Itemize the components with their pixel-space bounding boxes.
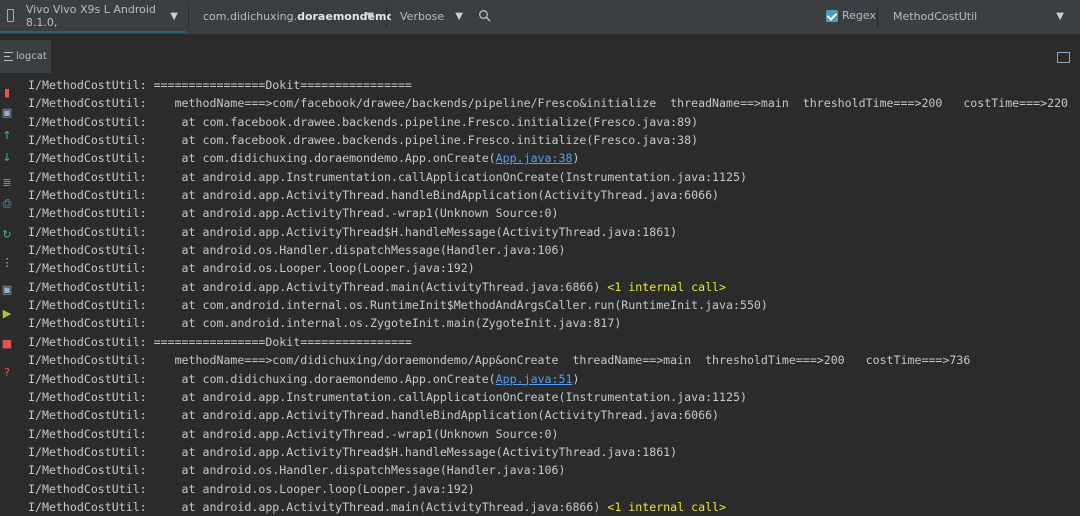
log-text: I/MethodCostUtil: at android.app.Activit… — [28, 408, 720, 423]
screenshot-icon[interactable]: ▣ — [1, 283, 13, 296]
log-line: I/MethodCostUtil: at android.app.Activit… — [28, 204, 1080, 222]
regex-checkbox[interactable] — [826, 9, 838, 22]
down-arrow-icon[interactable]: ↓ — [1, 151, 13, 164]
package-selector[interactable]: com.didichuxing. doraemondemo ▼ — [193, 0, 394, 33]
log-level-label: Verbose — [400, 10, 445, 23]
tab-logcat[interactable]: logcat — [0, 40, 51, 73]
log-text: I/MethodCostUtil: at android.app.Instrum… — [28, 389, 747, 404]
log-line: I/MethodCostUtil: at android.app.Activit… — [28, 186, 1080, 204]
more-icon[interactable]: ⋮ — [1, 256, 13, 269]
log-text: I/MethodCostUtil: at android.app.Activit… — [28, 224, 678, 239]
log-line: I/MethodCostUtil: at com.facebook.drawee… — [28, 131, 1080, 149]
restart-icon[interactable]: ↻ — [1, 228, 13, 241]
chevron-down-icon: ▼ — [1056, 11, 1064, 22]
log-text: I/MethodCostUtil: at com.didichuxing.dor… — [28, 371, 496, 386]
log-line: I/MethodCostUtil: at android.os.Handler.… — [28, 461, 1080, 479]
log-line: I/MethodCostUtil: at android.os.Looper.l… — [28, 259, 1080, 277]
log-line: I/MethodCostUtil: at com.android.interna… — [28, 296, 1080, 314]
log-line: I/MethodCostUtil: at android.os.Looper.l… — [28, 480, 1080, 498]
search-icon[interactable] — [478, 9, 492, 23]
filter-label: MethodCostUtil — [893, 10, 978, 23]
log-line: I/MethodCostUtil: at android.app.Activit… — [28, 223, 1080, 241]
log-text: I/MethodCostUtil: at com.facebook.drawee… — [28, 114, 699, 129]
log-text: I/MethodCostUtil: at com.android.interna… — [28, 298, 768, 313]
clear-logcat-icon[interactable]: ▮ — [1, 86, 13, 99]
log-text: I/MethodCostUtil: at android.app.Activit… — [28, 279, 608, 294]
divider — [188, 6, 189, 28]
regex-label: Regex — [842, 9, 876, 22]
device-selector[interactable]: Vivo Vivo X9s L Android 8.1.0, ▼ — [0, 0, 186, 33]
log-text: I/MethodCostUtil: methodName===>com/face… — [28, 96, 1069, 111]
log-line: I/MethodCostUtil: ================Dokit=… — [28, 76, 1080, 94]
log-text: I/MethodCostUtil: ================Dokit=… — [28, 78, 412, 92]
log-line: I/MethodCostUtil: methodName===>com/didi… — [28, 351, 1080, 369]
log-level-selector[interactable]: Verbose ▼ — [391, 0, 471, 33]
log-line: I/MethodCostUtil: at com.android.interna… — [28, 314, 1080, 332]
log-line: I/MethodCostUtil: at android.app.Instrum… — [28, 388, 1080, 406]
log-line: I/MethodCostUtil: methodName===>com/face… — [28, 94, 1080, 112]
up-arrow-icon[interactable]: ↑ — [1, 129, 13, 142]
internal-call-fold[interactable]: <1 internal call> — [607, 500, 726, 514]
log-text: I/MethodCostUtil: at android.os.Looper.l… — [28, 481, 475, 496]
log-text: I/MethodCostUtil: at android.app.Activit… — [28, 188, 720, 203]
log-output: I/MethodCostUtil: ================Dokit=… — [28, 76, 1080, 516]
layout-settings-icon[interactable] — [1057, 52, 1070, 63]
help-icon[interactable]: ? — [1, 366, 13, 379]
log-line: I/MethodCostUtil: at android.os.Handler.… — [28, 241, 1080, 259]
log-text: I/MethodCostUtil: at android.os.Looper.l… — [28, 261, 475, 276]
package-name: doraemondemo — [297, 10, 395, 23]
log-line: I/MethodCostUtil: at android.app.Activit… — [28, 278, 1080, 296]
device-label: Vivo Vivo X9s L Android 8.1.0, — [25, 2, 156, 29]
tab-bar: logcat — [0, 34, 1080, 73]
log-text: I/MethodCostUtil: at android.app.Activit… — [28, 499, 608, 514]
log-line: I/MethodCostUtil: at android.app.Activit… — [28, 443, 1080, 461]
log-text-after: ) — [572, 371, 580, 386]
logcat-toolbar: Vivo Vivo X9s L Android 8.1.0, ▼ com.did… — [0, 0, 1080, 35]
tab-label: logcat — [16, 51, 47, 62]
stop-icon[interactable]: ■ — [1, 337, 13, 350]
phone-icon — [7, 9, 14, 22]
internal-call-fold[interactable]: <1 internal call> — [607, 280, 726, 294]
log-text-after: ) — [572, 151, 580, 166]
log-text: I/MethodCostUtil: methodName===>com/didi… — [28, 353, 971, 368]
log-text: I/MethodCostUtil: at com.android.interna… — [28, 316, 622, 331]
soft-wrap-icon[interactable]: ≣ — [1, 176, 13, 189]
log-line: I/MethodCostUtil: at com.facebook.drawee… — [28, 113, 1080, 131]
log-text: I/MethodCostUtil: at android.app.Activit… — [28, 206, 559, 221]
filter-selector[interactable]: MethodCostUtil ▼ — [882, 0, 1072, 33]
logcat-icon — [4, 52, 13, 61]
log-text: I/MethodCostUtil: at android.os.Handler.… — [28, 463, 566, 478]
log-text: I/MethodCostUtil: at android.app.Instrum… — [28, 169, 747, 184]
screen-record-icon[interactable]: ▶ — [1, 307, 13, 320]
chevron-down-icon: ▼ — [455, 11, 463, 22]
log-text: I/MethodCostUtil: at android.app.Activit… — [28, 426, 559, 441]
package-prefix: com.didichuxing. — [203, 10, 298, 23]
log-line: I/MethodCostUtil: at com.didichuxing.dor… — [28, 370, 1080, 388]
log-line: I/MethodCostUtil: at android.app.Activit… — [28, 406, 1080, 424]
log-line: I/MethodCostUtil: at com.didichuxing.dor… — [28, 149, 1080, 167]
log-text: I/MethodCostUtil: at com.facebook.drawee… — [28, 133, 699, 148]
log-text: I/MethodCostUtil: at android.os.Handler.… — [28, 243, 566, 258]
logcat-side-toolbar: ▮ ▣ ↑ ↓ ≣ ⎙ ↻ ⋮ ▣ ▶ ■? — [0, 73, 15, 515]
source-link[interactable]: App.java:38 — [496, 151, 573, 165]
log-line: I/MethodCostUtil: ================Dokit=… — [28, 333, 1080, 351]
log-text: I/MethodCostUtil: at android.app.Activit… — [28, 444, 678, 459]
divider — [386, 6, 387, 28]
scroll-to-end-icon[interactable]: ▣ — [1, 106, 13, 119]
print-icon[interactable]: ⎙ — [1, 197, 13, 210]
log-text: I/MethodCostUtil: at com.didichuxing.dor… — [28, 151, 496, 166]
source-link[interactable]: App.java:51 — [496, 372, 573, 386]
chevron-down-icon: ▼ — [170, 11, 178, 22]
divider — [877, 6, 878, 28]
log-line: I/MethodCostUtil: at android.app.Activit… — [28, 498, 1080, 516]
log-line: I/MethodCostUtil: at android.app.Activit… — [28, 425, 1080, 443]
log-line: I/MethodCostUtil: at android.app.Instrum… — [28, 168, 1080, 186]
log-text: I/MethodCostUtil: ================Dokit=… — [28, 334, 412, 349]
regex-toggle[interactable]: Regex — [826, 9, 876, 22]
chevron-down-icon: ▼ — [366, 11, 374, 22]
